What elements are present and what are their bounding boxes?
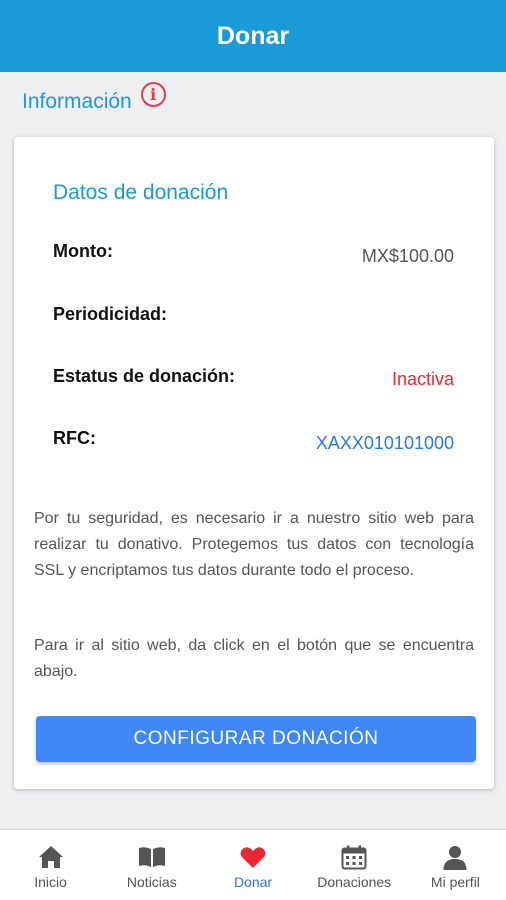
person-icon: [441, 844, 469, 870]
security-paragraph: Por tu seguridad, es necesario ir a nues…: [34, 510, 474, 579]
page-title: Donar: [216, 21, 290, 50]
book-icon: [138, 844, 166, 870]
bottom-tab-bar: Inicio Noticias Donar Donaciones Mi perf…: [0, 829, 506, 900]
rfc-value: XAXX010101000: [315, 433, 454, 453]
donation-card: Datos de donación Monto: MX$100.00 Perio…: [14, 137, 494, 789]
status-label: Estatus de donación:: [53, 366, 236, 386]
info-label: Información: [22, 90, 132, 113]
tab-noticias[interactable]: Noticias: [101, 830, 202, 900]
tab-label-inicio: Inicio: [34, 874, 67, 890]
app-header: Donar: [0, 0, 506, 72]
rfc-label: RFC:: [53, 428, 96, 448]
tab-inicio[interactable]: Inicio: [0, 830, 101, 900]
calendar-icon: [340, 844, 368, 870]
instructions-paragraph: Para ir al sitio web, da click en el bot…: [34, 637, 474, 680]
amount-label: Monto:: [53, 241, 113, 261]
tab-label-noticias: Noticias: [126, 874, 177, 890]
tab-donar[interactable]: Donar: [202, 830, 303, 900]
tab-mi-perfil[interactable]: Mi perfil: [405, 830, 506, 900]
amount-value: MX$100.00: [361, 246, 454, 266]
heart-icon: [239, 844, 267, 870]
info-row: Información i: [22, 82, 166, 114]
configure-donation-button[interactable]: CONFIGURAR DONACIÓN: [36, 716, 476, 762]
info-icon[interactable]: i: [140, 82, 166, 107]
periodicity-label: Periodicidad:: [53, 304, 168, 324]
home-icon: [37, 844, 65, 870]
status-value: Inactiva: [391, 369, 454, 389]
tab-label-donaciones: Donaciones: [317, 874, 392, 890]
tab-label-donar: Donar: [233, 874, 273, 890]
tab-donaciones[interactable]: Donaciones: [304, 830, 405, 900]
card-title: Datos de donación: [53, 181, 229, 204]
tab-label-mi-perfil: Mi perfil: [430, 874, 480, 890]
